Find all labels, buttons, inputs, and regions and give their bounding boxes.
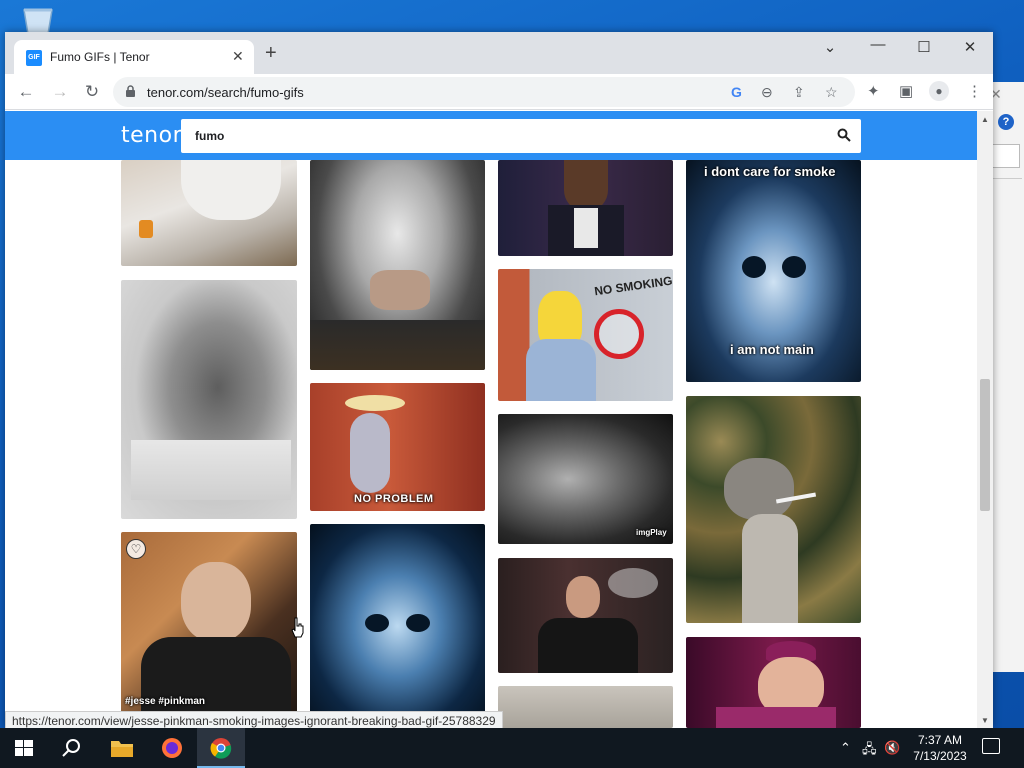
gif-jesse-pinkman[interactable]: ♡ #jesse #pinkman: [121, 532, 297, 728]
scroll-up-arrow-icon[interactable]: ▲: [981, 115, 989, 124]
tray-chevron-up-icon[interactable]: ⌃: [840, 740, 851, 756]
zoom-icon[interactable]: ⊖: [761, 84, 773, 101]
notifications-icon[interactable]: [982, 738, 1000, 754]
gif-man-smoking-podcast[interactable]: [498, 558, 673, 673]
forward-arrow-icon[interactable]: →: [49, 82, 71, 102]
gif-dark-smoke[interactable]: imgPlay: [498, 414, 673, 544]
gif-caption-bottom: i am not main: [730, 342, 814, 357]
network-icon[interactable]: 🖧: [862, 740, 877, 762]
share-icon[interactable]: ⇪: [793, 84, 805, 101]
new-tab-button[interactable]: +: [265, 43, 277, 63]
search-icon[interactable]: [837, 128, 851, 142]
gif-sign-text: NO SMOKING: [593, 273, 673, 299]
gif-smoke-skull-caption[interactable]: i dont care for smoke i am not main: [686, 160, 861, 382]
background-field: [992, 144, 1020, 168]
volume-muted-icon[interactable]: 🔇: [884, 740, 900, 756]
clock-date: 7/13/2023: [913, 749, 967, 763]
file-explorer-button[interactable]: [98, 728, 146, 768]
search-taskbar-button[interactable]: [48, 728, 96, 768]
chrome-button[interactable]: [197, 728, 245, 768]
windows-logo-icon: [15, 740, 33, 756]
clock-time: 7:37 AM: [917, 733, 963, 747]
browser-toolbar: ← → ↻ tenor.com/search/fumo-gifs G ⊖ ⇪ ☆…: [5, 74, 993, 110]
gif-man-laughing[interactable]: [498, 160, 673, 256]
search-icon: [62, 739, 80, 757]
hand-cursor-icon: [291, 617, 304, 638]
firefox-icon: [162, 738, 182, 758]
tab-strip: GIF Fumo GIFs | Tenor ✕ + ⌄ — ☐ ✕: [5, 32, 993, 74]
chrome-window: GIF Fumo GIFs | Tenor ✕ + ⌄ — ☐ ✕ ← → ↻ …: [5, 32, 993, 730]
tenor-page: ♡ #jesse #pinkman NO PROBLEM NO SMOKING …: [5, 111, 977, 728]
url-text: tenor.com/search/fumo-gifs: [147, 85, 304, 100]
taskbar: ⌃ 🖧 🔇 7:37 AM 7/13/2023: [0, 728, 1024, 768]
search-query: fumo: [195, 129, 225, 143]
system-clock[interactable]: 7:37 AM 7/13/2023: [906, 732, 974, 764]
scroll-thumb[interactable]: [980, 379, 990, 511]
gif-smoke-skull-blue[interactable]: [310, 524, 485, 728]
google-lens-icon[interactable]: G: [731, 84, 742, 100]
bookmark-star-icon[interactable]: ☆: [825, 84, 838, 101]
divider: [992, 178, 1022, 179]
profile-avatar-icon[interactable]: ●: [929, 81, 949, 101]
gif-toilet-smoke[interactable]: [121, 160, 297, 266]
help-icon[interactable]: ?: [998, 114, 1014, 130]
gif-cat-smoking[interactable]: [686, 396, 861, 623]
tab-close-icon[interactable]: ✕: [232, 48, 244, 65]
gif-gray-smoke[interactable]: [121, 280, 297, 519]
side-panel-icon[interactable]: ▣: [899, 82, 913, 100]
gif-caption-top: i dont care for smoke: [704, 164, 836, 179]
gif-tags: #jesse #pinkman: [125, 696, 206, 707]
tenor-favicon-icon: GIF: [26, 50, 42, 66]
page-scrollbar[interactable]: ▲ ▼: [977, 111, 993, 728]
folder-icon: [111, 741, 133, 757]
chrome-icon: [210, 738, 232, 759]
tab-title: Fumo GIFs | Tenor: [50, 50, 150, 64]
back-arrow-icon[interactable]: ←: [15, 82, 37, 102]
tab-tenor[interactable]: GIF Fumo GIFs | Tenor ✕: [14, 40, 254, 74]
tenor-logo[interactable]: tenor: [121, 123, 182, 148]
gif-caption: NO PROBLEM: [354, 493, 434, 505]
lock-icon: [126, 85, 135, 97]
gif-bugs-bunny[interactable]: NO PROBLEM: [310, 383, 485, 511]
firefox-button[interactable]: [148, 728, 196, 768]
gif-simpsons-no-smoking[interactable]: NO SMOKING: [498, 269, 673, 401]
gif-hands-smoke[interactable]: [310, 160, 485, 370]
maximize-button[interactable]: ☐: [909, 38, 939, 56]
tab-search-chevron-icon[interactable]: ⌄: [815, 38, 845, 56]
tenor-header: tenor fumo: [5, 111, 977, 160]
gif-old-man-smoking[interactable]: [686, 637, 861, 728]
imgplay-watermark: imgPlay: [636, 528, 667, 537]
start-button[interactable]: [0, 728, 48, 768]
reload-icon[interactable]: ↻: [81, 82, 103, 102]
extensions-icon[interactable]: ✦: [867, 82, 880, 100]
gif-smoke-partial[interactable]: [498, 686, 673, 728]
minimize-button[interactable]: —: [863, 36, 893, 53]
close-window-button[interactable]: ✕: [955, 38, 985, 56]
favorite-heart-icon[interactable]: ♡: [126, 539, 146, 559]
address-bar[interactable]: tenor.com/search/fumo-gifs G ⊖ ⇪ ☆: [113, 77, 855, 107]
search-input[interactable]: fumo: [181, 119, 861, 153]
scroll-down-arrow-icon[interactable]: ▼: [981, 716, 989, 725]
menu-kebab-icon[interactable]: ⋮: [967, 82, 982, 100]
